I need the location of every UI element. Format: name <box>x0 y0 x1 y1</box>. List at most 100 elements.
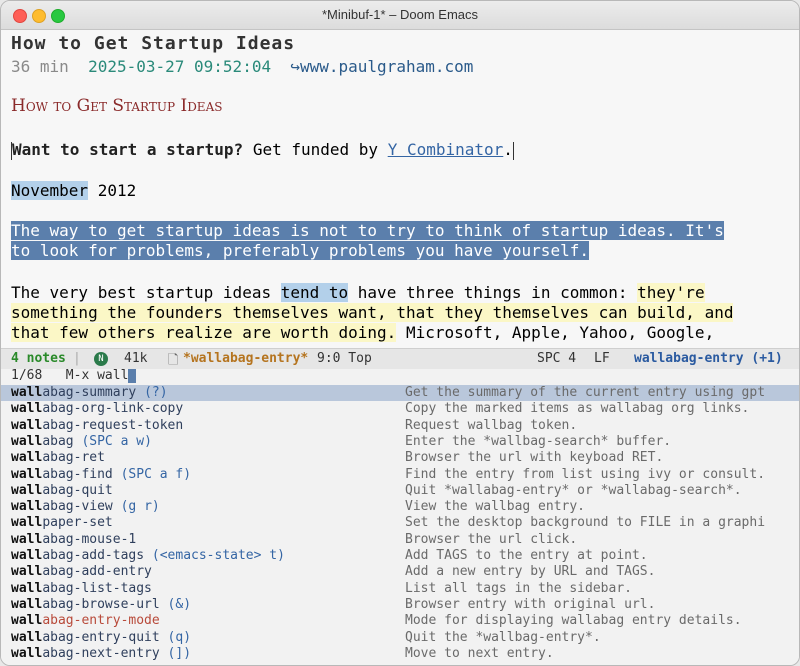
candidate-rest: abag-ret <box>42 450 105 466</box>
candidate-rest: abag-list-tags <box>42 580 152 596</box>
candidate-row[interactable]: wallabag-entry-mode Mode for displaying w… <box>1 613 799 629</box>
candidate-row[interactable]: wallabag (SPC a w) Enter the *wallbag-sea… <box>1 434 799 450</box>
candidate-command: wallabag-add-entry <box>11 564 152 579</box>
candidate-description: Add a new entry by URL and TAGS. <box>405 564 656 580</box>
entry-meta: 36 min 2025-03-27 09:52:04 ↪www.paulgrah… <box>11 57 473 76</box>
candidate-command: wallpaper-set <box>11 515 113 530</box>
candidate-description: Mode for displaying wallabag entry detai… <box>405 613 742 629</box>
candidate-match: wall <box>11 482 43 498</box>
candidate-row[interactable]: wallabag-summary (?) Get the summary of t… <box>1 385 799 402</box>
candidate-rest: abag-org-link-copy <box>42 401 184 417</box>
candidate-rest: abag-find <box>42 466 113 482</box>
candidate-rest: abag-next-entry <box>42 645 160 661</box>
date-month: November <box>11 181 89 200</box>
candidate-rest: paper-set <box>42 515 113 531</box>
candidate-rest: abag-request-token <box>42 417 184 433</box>
candidate-rest: abag-quit <box>42 482 113 498</box>
tagline-bold: Want to start a startup? <box>12 140 244 159</box>
candidate-keybinding: (?) <box>144 385 168 400</box>
entry-buffer[interactable]: How to Get Startup Ideas 36 min 2025-03-… <box>1 30 799 348</box>
candidate-row[interactable]: wallabag-browse-url (&) Browser entry wit… <box>1 597 799 613</box>
candidate-row[interactable]: wallabag-org-link-copy Copy the marked it… <box>1 401 799 417</box>
candidate-row[interactable]: wallabag-quit Quit *wallabag-entry* or *w… <box>1 483 799 499</box>
candidate-keybinding: (<emacs-state> t) <box>151 548 285 563</box>
candidate-match: wall <box>11 629 43 645</box>
candidate-row[interactable]: wallabag-add-tags (<emacs-state> t) Add T… <box>1 548 799 564</box>
candidate-keybinding: (q) <box>167 629 192 645</box>
candidate-description: Add TAGS to the entry at point. <box>405 548 648 563</box>
candidate-rest: abag-view <box>42 499 113 515</box>
candidate-command: wallabag-quit <box>11 483 113 498</box>
candidate-command: wallabag-summary (?) <box>11 385 168 400</box>
candidate-rest: abag-add-tags <box>42 548 145 563</box>
right-border <box>512 141 514 160</box>
candidate-rest: abag <box>42 433 74 449</box>
candidate-description: Find the entry from list using ivy or co… <box>405 466 766 482</box>
para1-line2: to look for problems, preferably problem… <box>11 241 589 260</box>
candidate-command: wallabag-entry-mode <box>11 613 160 628</box>
candidate-row[interactable]: wallabag-ret Browser the url with keyboad… <box>1 450 799 466</box>
cursor-position: 9:0 Top <box>317 351 372 366</box>
prompt-input[interactable]: wall <box>97 368 128 383</box>
candidate-command: wallabag-entry-quit (q) <box>11 630 191 645</box>
candidate-keybinding: (SPC a w) <box>81 433 152 449</box>
tagline-text: Get funded by <box>243 140 388 159</box>
major-mode[interactable]: wallabag-entry (+1) <box>634 351 783 366</box>
candidate-description: Set the desktop background to FILE in a … <box>405 515 766 531</box>
candidate-command: wallabag-browse-url (&) <box>11 597 191 612</box>
read-time: 36 min <box>11 57 69 76</box>
line-ending[interactable]: LF <box>594 351 610 366</box>
candidate-match: wall <box>11 580 43 596</box>
tagline-end: . <box>503 140 513 159</box>
y-combinator-link[interactable]: Y Combinator <box>388 140 504 159</box>
candidate-command: wallabag-mouse-1 <box>11 532 136 547</box>
entry-url-link[interactable]: ↪www.paulgraham.com <box>290 57 473 76</box>
candidate-match: wall <box>11 564 43 580</box>
candidate-match: wall <box>11 466 43 482</box>
candidate-row[interactable]: wallabag-request-token Request wallbag to… <box>1 418 799 434</box>
candidate-match: wall <box>11 515 43 531</box>
para1-line1: The way to get startup ideas is not to t… <box>11 221 724 240</box>
candidate-row[interactable]: wallabag-entry-quit (q) Quit the *wallbag… <box>1 630 799 646</box>
candidate-rest: abag-entry-mode <box>42 613 160 629</box>
candidate-row[interactable]: wallpaper-set Set the desktop background … <box>1 515 799 531</box>
article-date: November 2012 <box>11 181 136 200</box>
candidate-rest: abag-entry-quit <box>42 629 160 645</box>
candidate-command: wallabag-next-entry (]) <box>11 646 191 661</box>
buffer-size: 41k <box>124 351 148 366</box>
candidate-description: Browser entry with original url. <box>405 596 656 612</box>
candidate-row[interactable]: wallabag-find (SPC a f) Find the entry fr… <box>1 467 799 483</box>
candidate-command: wallabag-add-tags (<emacs-state> t) <box>11 548 285 563</box>
minibuffer-prompt[interactable]: 1/68 M-x wall <box>11 368 137 383</box>
candidate-description: Quit *wallabag-entry* or *wallabag-searc… <box>405 482 742 498</box>
candidate-command: wallabag (SPC a w) <box>11 434 152 449</box>
para2-text: Microsoft, Apple, Yahoo, Google, <box>396 323 715 342</box>
candidate-row[interactable]: wallabag-list-tags List all tags in the s… <box>1 581 799 597</box>
tagline: Want to start a startup? Get funded by Y… <box>11 140 514 160</box>
para2-line3: that few others realize are worth doing.… <box>11 323 714 342</box>
candidate-description: Browser the url click. <box>405 531 578 547</box>
mode-line: 4 notes | N 41k 🗋 *wallabag-entry* 9:0 T… <box>1 348 799 369</box>
emacs-window: *Minibuf-1* – Doom Emacs How to Get Star… <box>0 0 800 666</box>
article-title: How to Get Startup Ideas <box>11 96 223 116</box>
candidate-description: View the wallbag entry. <box>405 499 586 515</box>
buffer-name[interactable]: *wallabag-entry* <box>183 351 308 366</box>
candidate-row[interactable]: wallabag-view (g r) View the wallbag entr… <box>1 499 799 515</box>
evil-state-badge: N <box>94 352 108 366</box>
candidate-row[interactable]: wallabag-next-entry (]) Move to next entr… <box>1 646 799 662</box>
candidate-row[interactable]: wallabag-mouse-1 Browser the url click. <box>1 532 799 548</box>
entry-datetime: 2025-03-27 09:52:04 <box>88 57 272 76</box>
text-cursor <box>128 368 137 383</box>
prompt-label: M-x <box>65 368 90 383</box>
modeline-separator: | <box>73 351 81 366</box>
candidate-match: wall <box>11 531 43 547</box>
candidate-keybinding: (&) <box>167 596 192 612</box>
para2-text: The very best startup ideas <box>11 283 281 302</box>
candidate-rest: abag-browse-url <box>42 596 160 612</box>
minibuffer[interactable]: 1/68 M-x wall wallabag-summary (?) Get th… <box>1 368 799 665</box>
para2-highlight-yellow: something the founders themselves want, … <box>11 303 734 322</box>
indent-style[interactable]: SPC 4 <box>537 351 576 366</box>
candidate-rest: abag-summary <box>42 385 137 400</box>
candidate-row[interactable]: wallabag-add-entry Add a new entry by URL… <box>1 564 799 580</box>
candidate-description: Enter the *wallbag-search* buffer. <box>405 433 672 449</box>
